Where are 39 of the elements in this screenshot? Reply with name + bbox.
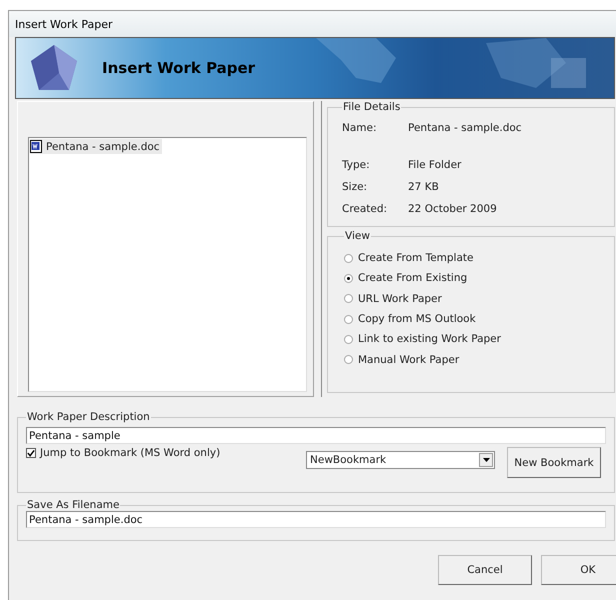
detail-label: Size: <box>342 181 368 193</box>
radio-button[interactable] <box>344 355 353 364</box>
group-title: Work Paper Description <box>26 411 151 423</box>
caret-icon <box>482 458 490 462</box>
banner-title: Insert Work Paper <box>102 59 256 77</box>
group-title: View <box>344 230 371 242</box>
radio-label[interactable]: Create From Existing <box>358 272 468 284</box>
description-field[interactable]: Pentana - sample <box>26 427 606 444</box>
radio-button[interactable] <box>344 294 353 304</box>
pentagon-icon <box>29 43 79 93</box>
dialog-button[interactable]: Cancel <box>438 555 532 585</box>
detail-value: 22 October 2009 <box>408 203 497 215</box>
radio-label[interactable]: Link to existing Work Paper <box>358 333 501 346</box>
detail-value: Pentana - sample.doc <box>408 122 522 134</box>
radio-label[interactable]: Create From Template <box>358 252 474 264</box>
checkbox[interactable] <box>26 448 36 458</box>
filename-field[interactable]: Pentana - sample.doc <box>26 511 606 528</box>
radio-label[interactable]: Manual Work Paper <box>358 354 460 366</box>
detail-value: File Folder <box>408 159 462 171</box>
radio-button[interactable] <box>344 334 353 344</box>
window-title: Insert Work Paper <box>15 18 113 30</box>
radio-label[interactable]: URL Work Paper <box>358 292 442 305</box>
file-list[interactable]: Pentana - sample.doc <box>28 137 307 392</box>
radio-button[interactable] <box>344 274 353 283</box>
radio-button[interactable] <box>344 314 353 324</box>
dialog-button[interactable]: OK <box>541 555 616 585</box>
bookmark-dropdown[interactable]: NewBookmark <box>306 451 495 469</box>
group-title: File Details <box>342 101 402 113</box>
detail-label: Name: <box>342 122 378 134</box>
checkbox-label[interactable]: Jump to Bookmark (MS Word only) <box>40 447 220 459</box>
radio-label[interactable]: Copy from MS Outlook <box>358 313 476 326</box>
detail-value: 27 KB <box>408 181 439 193</box>
new-bookmark-button[interactable]: New Bookmark <box>507 447 601 478</box>
group-title: Save As Filename <box>26 499 120 511</box>
document-icon <box>30 140 42 153</box>
file-item[interactable]: Pentana - sample.doc <box>30 139 162 154</box>
detail-label: Created: <box>342 203 388 215</box>
radio-button[interactable] <box>344 254 353 263</box>
detail-label: Type: <box>342 159 371 171</box>
